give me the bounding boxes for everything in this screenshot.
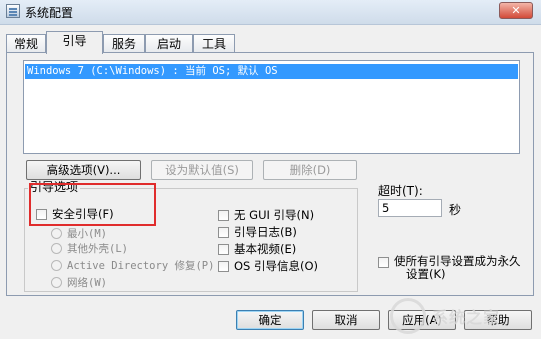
radio-minimal-label: 最小(M) — [67, 228, 107, 240]
boot-entries-list[interactable]: Windows 7 (C:\Windows) : 当前 OS; 默认 OS — [23, 60, 520, 154]
timeout-label: 超时(T): — [378, 184, 423, 198]
boot-entry-row[interactable]: Windows 7 (C:\Windows) : 当前 OS; 默认 OS — [25, 64, 518, 79]
tab-services[interactable]: 服务 — [103, 34, 145, 53]
msconfig-icon — [6, 4, 20, 18]
watermark-logo-icon — [390, 298, 426, 334]
base-video-label: 基本视频(E) — [234, 242, 297, 256]
make-permanent-label: 使所有引导设置成为永久 设置(K) — [394, 255, 521, 281]
os-boot-info-box[interactable] — [218, 260, 229, 272]
boot-log-label: 引导日志(B) — [234, 225, 297, 239]
radio-alternate-shell-dot[interactable] — [51, 243, 62, 254]
radio-minimal-dot[interactable] — [51, 228, 62, 239]
boot-log-box[interactable] — [218, 226, 229, 238]
radio-ad-repair-label: Active Directory 修复(P) — [67, 260, 215, 272]
make-permanent-label-line2: 设置(K) — [406, 267, 446, 281]
delete-button[interactable]: 删除(D) — [263, 160, 357, 180]
make-permanent-box[interactable] — [378, 257, 389, 268]
radio-ad-repair[interactable]: Active Directory 修复(P) — [51, 258, 214, 273]
annotation-highlight-box — [29, 183, 156, 226]
close-button[interactable]: ✕ — [499, 2, 533, 19]
os-boot-info-label: OS 引导信息(O) — [234, 259, 319, 273]
radio-alternate-shell[interactable]: 其他外壳(L) — [51, 241, 128, 256]
tab-startup[interactable]: 启动 — [145, 34, 193, 53]
make-permanent-checkbox[interactable]: 使所有引导设置成为永久 设置(K) — [378, 255, 521, 281]
no-gui-boot-box[interactable] — [218, 209, 229, 221]
window-title: 系统配置 — [25, 6, 74, 20]
radio-ad-repair-dot[interactable] — [51, 260, 62, 271]
radio-network-dot[interactable] — [51, 277, 62, 288]
set-default-button[interactable]: 设为默认值(S) — [151, 160, 253, 180]
radio-network-label: 网络(W) — [67, 277, 107, 289]
no-gui-boot-checkbox[interactable]: 无 GUI 引导(N) — [218, 207, 314, 223]
boot-log-checkbox[interactable]: 引导日志(B) — [218, 224, 297, 240]
cancel-button[interactable]: 取消 — [312, 310, 380, 330]
radio-network[interactable]: 网络(W) — [51, 275, 107, 290]
timeout-input[interactable]: 5 — [378, 199, 442, 217]
radio-alternate-shell-label: 其他外壳(L) — [67, 243, 128, 255]
watermark-text: 系统之家 — [432, 308, 501, 327]
title-bar: 系统配置 ✕ — [0, 0, 541, 25]
ok-button[interactable]: 确定 — [236, 310, 304, 330]
base-video-checkbox[interactable]: 基本视频(E) — [218, 241, 296, 257]
tab-tools[interactable]: 工具 — [193, 34, 235, 53]
radio-minimal[interactable]: 最小(M) — [51, 226, 107, 241]
system-config-window: 系统配置 ✕ 常规 引导 服务 启动 工具 Windows 7 (C:\Wind… — [0, 0, 541, 339]
os-boot-info-checkbox[interactable]: OS 引导信息(O) — [218, 258, 318, 274]
tab-boot[interactable]: 引导 — [46, 31, 103, 54]
base-video-box[interactable] — [218, 243, 229, 255]
watermark: 系统之家 — [380, 296, 541, 339]
advanced-options-button[interactable]: 高级选项(V)... — [26, 160, 141, 180]
tab-general[interactable]: 常规 — [6, 34, 46, 53]
timeout-unit: 秒 — [449, 203, 462, 217]
no-gui-boot-label: 无 GUI 引导(N) — [234, 208, 315, 222]
